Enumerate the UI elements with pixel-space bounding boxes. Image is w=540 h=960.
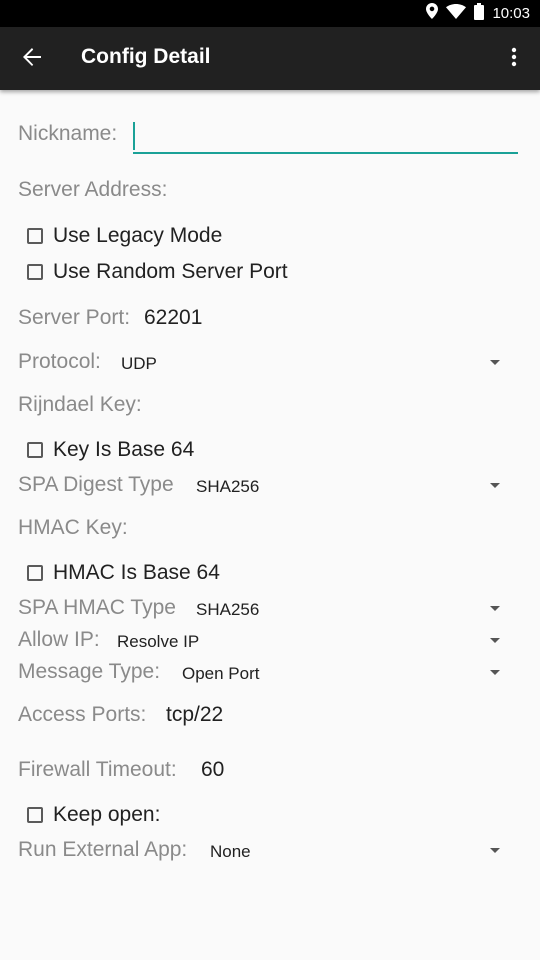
page-title: Config Detail xyxy=(81,45,211,68)
protocol-spinner[interactable] xyxy=(110,348,520,378)
checkbox-box xyxy=(27,807,43,823)
checkbox-box xyxy=(27,442,43,458)
dropdown-caret-icon xyxy=(490,638,500,643)
server-port-label: Server Port: xyxy=(18,306,131,329)
status-icons: 10:03 xyxy=(426,0,530,27)
access-ports-value[interactable]: tcp/22 xyxy=(166,703,223,727)
hmac-is-base64-checkbox[interactable]: HMAC Is Base 64 xyxy=(26,559,220,587)
rijndael-key-label: Rijndael Key: xyxy=(18,393,142,416)
spa-hmac-type-spinner[interactable] xyxy=(110,594,520,624)
use-legacy-mode-label: Use Legacy Mode xyxy=(53,224,223,247)
use-random-port-label: Use Random Server Port xyxy=(53,260,288,283)
key-is-base64-checkbox[interactable]: Key Is Base 64 xyxy=(26,436,194,464)
status-bar: 10:03 xyxy=(0,0,540,27)
protocol-value: UDP xyxy=(121,354,157,373)
keep-open-label: Keep open: xyxy=(53,803,161,826)
run-external-app-value: None xyxy=(210,842,251,861)
nickname-input[interactable] xyxy=(133,118,518,154)
protocol-label: Protocol: xyxy=(18,350,101,373)
hmac-is-base64-label: HMAC Is Base 64 xyxy=(53,561,220,584)
use-random-port-checkbox[interactable]: Use Random Server Port xyxy=(26,258,288,286)
checkbox-box xyxy=(27,264,43,280)
wifi-icon xyxy=(446,3,467,24)
status-time: 10:03 xyxy=(492,5,530,22)
arrow-back-icon xyxy=(23,47,41,71)
checkbox-box xyxy=(27,565,43,581)
location-icon xyxy=(426,3,439,24)
overflow-menu-button[interactable] xyxy=(498,41,530,77)
back-button[interactable] xyxy=(14,41,50,77)
key-is-base64-label: Key Is Base 64 xyxy=(53,438,195,461)
allow-ip-value: Resolve IP xyxy=(117,632,200,651)
message-type-spinner[interactable] xyxy=(110,658,520,688)
dropdown-caret-icon xyxy=(490,360,500,365)
use-legacy-mode-checkbox[interactable]: Use Legacy Mode xyxy=(26,222,222,250)
nickname-label: Nickname: xyxy=(18,122,118,145)
allow-ip-label: Allow IP: xyxy=(18,628,100,651)
spa-digest-type-value: SHA256 xyxy=(196,477,260,496)
more-vert-icon xyxy=(511,47,517,72)
dropdown-caret-icon xyxy=(490,670,500,675)
dropdown-caret-icon xyxy=(490,483,500,488)
app-bar: Config Detail xyxy=(0,27,540,90)
dropdown-caret-icon xyxy=(490,606,500,611)
spa-digest-type-spinner[interactable] xyxy=(110,471,520,501)
access-ports-label: Access Ports: xyxy=(18,703,147,726)
checkbox-box xyxy=(27,228,43,244)
firewall-timeout-value[interactable]: 60 xyxy=(201,758,224,782)
firewall-timeout-label: Firewall Timeout: xyxy=(18,758,177,781)
server-address-label: Server Address: xyxy=(18,178,168,201)
server-port-value[interactable]: 62201 xyxy=(144,306,202,330)
dropdown-caret-icon xyxy=(490,848,500,853)
message-type-value: Open Port xyxy=(182,664,260,683)
keep-open-checkbox[interactable]: Keep open: xyxy=(26,801,160,829)
hmac-key-label: HMAC Key: xyxy=(18,516,128,539)
spa-hmac-type-value: SHA256 xyxy=(196,600,260,619)
text-cursor xyxy=(133,122,135,150)
run-external-app-spinner[interactable] xyxy=(110,836,520,866)
battery-icon xyxy=(474,2,485,25)
